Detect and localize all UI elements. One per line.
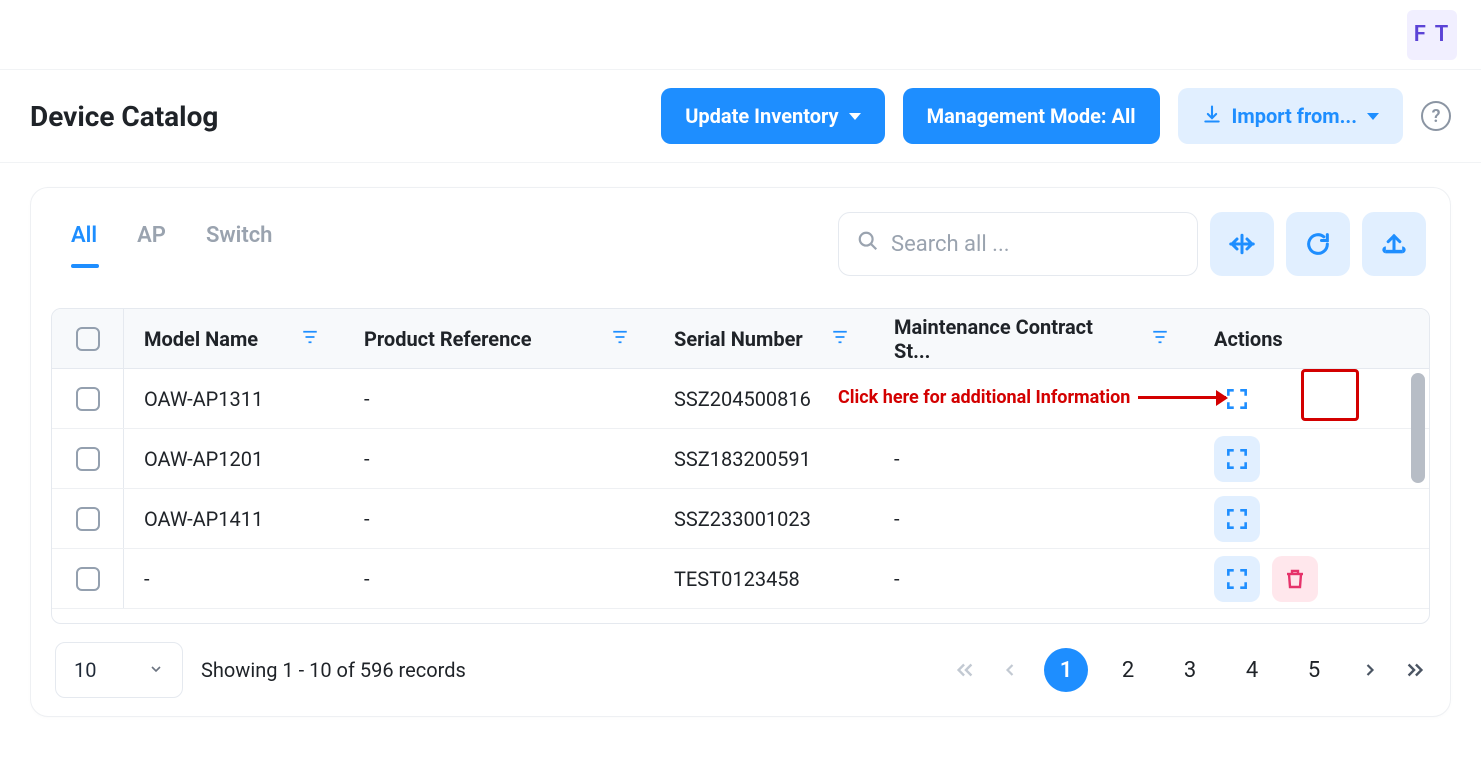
header-actions: Update Inventory Management Mode: All Im… <box>661 88 1451 144</box>
cell-serial: TEST0123458 <box>674 567 800 591</box>
tabs: All AP Switch <box>71 223 272 266</box>
cell-serial: SSZ183200591 <box>674 447 811 471</box>
search-input[interactable] <box>891 232 1179 257</box>
table-footer: 10 Showing 1 - 10 of 596 records 12345 <box>51 636 1430 700</box>
filter-icon[interactable] <box>300 327 320 351</box>
cell-maintenance: - <box>894 567 900 591</box>
management-mode-label: Management Mode: All <box>927 104 1136 128</box>
chevron-down-icon <box>849 113 861 120</box>
filter-icon[interactable] <box>1150 327 1170 351</box>
page-size-value: 10 <box>74 658 96 682</box>
cell-product-ref: - <box>364 387 370 411</box>
page-size-select[interactable]: 10 <box>55 642 183 698</box>
avatar[interactable]: F T <box>1407 10 1457 60</box>
cell-product-ref: - <box>364 447 370 471</box>
page-header: Device Catalog Update Inventory Manageme… <box>0 70 1481 163</box>
table-row: OAW-AP1311 - SSZ204500816 Click here for ad… <box>52 369 1429 429</box>
cell-maintenance: - <box>894 507 900 531</box>
cell-product-ref: - <box>364 507 370 531</box>
cell-model: OAW-AP1411 <box>144 507 263 531</box>
cell-model: OAW-AP1201 <box>144 447 263 471</box>
table-body: OAW-AP1311 - SSZ204500816 Click here for ad… <box>52 369 1429 623</box>
export-button[interactable] <box>1362 212 1426 276</box>
page-number[interactable]: 2 <box>1106 648 1150 692</box>
table-header-row: Model Name Product Reference Serial Numb… <box>52 309 1429 369</box>
cell-maintenance: - <box>894 447 900 471</box>
row-checkbox[interactable] <box>76 567 100 591</box>
showing-text: Showing 1 - 10 of 596 records <box>201 658 466 682</box>
pagination: 12345 <box>954 648 1426 692</box>
cell-product-ref: - <box>364 567 370 591</box>
filter-icon[interactable] <box>830 327 850 351</box>
update-inventory-button[interactable]: Update Inventory <box>661 88 884 144</box>
table-row <box>52 609 1429 623</box>
row-checkbox[interactable] <box>76 507 100 531</box>
last-page-button[interactable] <box>1404 659 1426 681</box>
page-number[interactable]: 1 <box>1044 648 1088 692</box>
catalog-panel: All AP Switch M <box>30 187 1451 717</box>
col-product-reference: Product Reference <box>364 327 532 351</box>
tab-switch[interactable]: Switch <box>206 223 273 266</box>
chevron-down-icon <box>1367 113 1379 120</box>
col-maintenance-contract: Maintenance Contract St... <box>894 315 1134 363</box>
select-all-checkbox[interactable] <box>76 327 100 351</box>
delete-row-button[interactable] <box>1272 556 1318 602</box>
table-row: OAW-AP1201 - SSZ183200591 - <box>52 429 1429 489</box>
scrollbar[interactable] <box>1411 373 1425 483</box>
cell-model: - <box>144 567 150 591</box>
annotation-text: Click here for additional Information <box>838 387 1130 408</box>
tab-all[interactable]: All <box>71 223 97 266</box>
download-icon <box>1202 104 1222 129</box>
cell-serial: SSZ204500816 <box>674 387 811 411</box>
table-row: OAW-AP1411 - SSZ233001023 - <box>52 489 1429 549</box>
management-mode-button[interactable]: Management Mode: All <box>903 88 1160 144</box>
search-icon <box>857 230 879 258</box>
refresh-button[interactable] <box>1286 212 1350 276</box>
page-number[interactable]: 5 <box>1292 648 1336 692</box>
columns-fit-button[interactable] <box>1210 212 1274 276</box>
import-from-label: Import from... <box>1232 104 1357 128</box>
first-page-button[interactable] <box>954 659 976 681</box>
page-number[interactable]: 4 <box>1230 648 1274 692</box>
chevron-down-icon <box>148 658 164 682</box>
panel-toolbar: All AP Switch <box>51 212 1430 280</box>
row-checkbox[interactable] <box>76 387 100 411</box>
col-model-name: Model Name <box>144 327 258 351</box>
cell-serial: SSZ233001023 <box>674 507 811 531</box>
tab-ap[interactable]: AP <box>137 223 166 266</box>
annotation-callout: Click here for additional Information <box>838 387 1226 408</box>
expand-row-button[interactable] <box>1214 376 1260 422</box>
filter-icon[interactable] <box>610 327 630 351</box>
import-from-button[interactable]: Import from... <box>1178 88 1403 144</box>
col-serial-number: Serial Number <box>674 327 803 351</box>
table-row: - - TEST0123458 - <box>52 549 1429 609</box>
page-number[interactable]: 3 <box>1168 648 1212 692</box>
row-checkbox[interactable] <box>76 447 100 471</box>
help-icon[interactable]: ? <box>1421 101 1451 131</box>
search-box[interactable] <box>838 212 1198 276</box>
prev-page-button[interactable] <box>1000 660 1020 680</box>
col-actions: Actions <box>1214 327 1283 351</box>
cell-model: OAW-AP1311 <box>144 387 263 411</box>
expand-row-button[interactable] <box>1214 436 1260 482</box>
next-page-button[interactable] <box>1360 660 1380 680</box>
top-bar: F T <box>0 0 1481 70</box>
update-inventory-label: Update Inventory <box>685 104 838 128</box>
expand-row-button[interactable] <box>1214 496 1260 542</box>
device-table: Model Name Product Reference Serial Numb… <box>51 308 1430 624</box>
expand-row-button[interactable] <box>1214 556 1260 602</box>
page-title: Device Catalog <box>30 100 218 133</box>
